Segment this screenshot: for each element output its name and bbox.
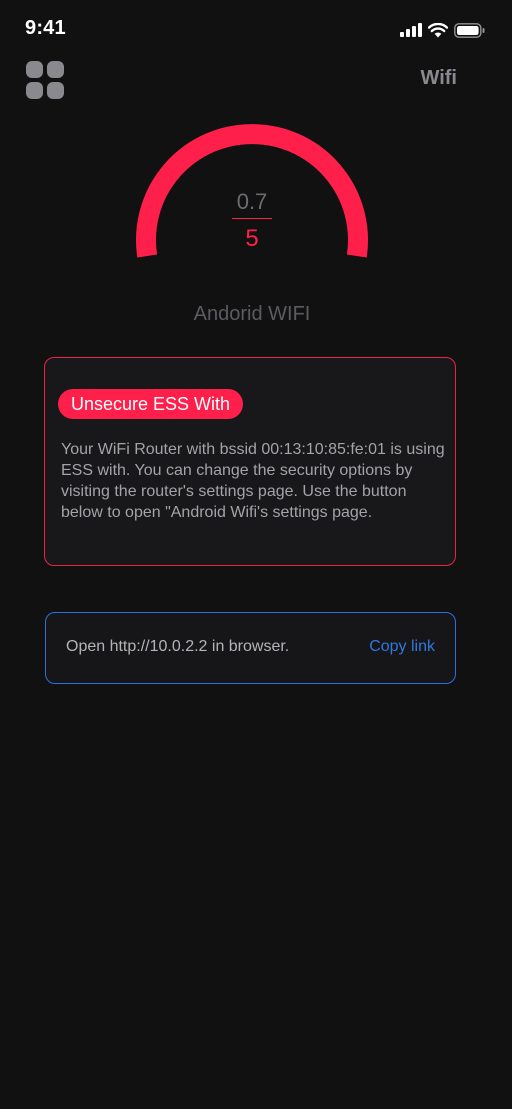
warning-badge: Unsecure ESS With bbox=[58, 389, 244, 419]
gauge-max: 5 bbox=[245, 225, 259, 252]
network-name: Andorid WIFI bbox=[193, 303, 311, 325]
warning-message: Your WiFi Router with bssid 00:13:10:85:… bbox=[61, 441, 445, 521]
gauge-divider bbox=[232, 218, 272, 219]
page-title: Wifi bbox=[420, 67, 457, 89]
grid-cell bbox=[26, 82, 43, 99]
router-link-card: Open http://10.0.2.2 in browser. Copy li… bbox=[45, 612, 456, 684]
grid-cell bbox=[47, 82, 64, 99]
grid-cell bbox=[26, 61, 43, 78]
security-score-gauge: 0.7 5 bbox=[130, 100, 374, 290]
grid-icon[interactable] bbox=[26, 61, 64, 99]
security-warning-card: Unsecure ESS With Your WiFi Router with … bbox=[44, 357, 456, 566]
status-time: 9:41 bbox=[25, 17, 66, 39]
wifi-icon bbox=[428, 22, 448, 37]
gauge-score: 0.7 bbox=[236, 189, 268, 214]
battery-icon bbox=[454, 22, 485, 38]
router-link-text: Open http://10.0.2.2 in browser. bbox=[66, 638, 290, 655]
cellular-signal-icon bbox=[400, 23, 422, 37]
copy-link-button[interactable]: Copy link bbox=[369, 638, 435, 656]
grid-cell bbox=[47, 61, 64, 78]
status-icons bbox=[400, 20, 486, 40]
